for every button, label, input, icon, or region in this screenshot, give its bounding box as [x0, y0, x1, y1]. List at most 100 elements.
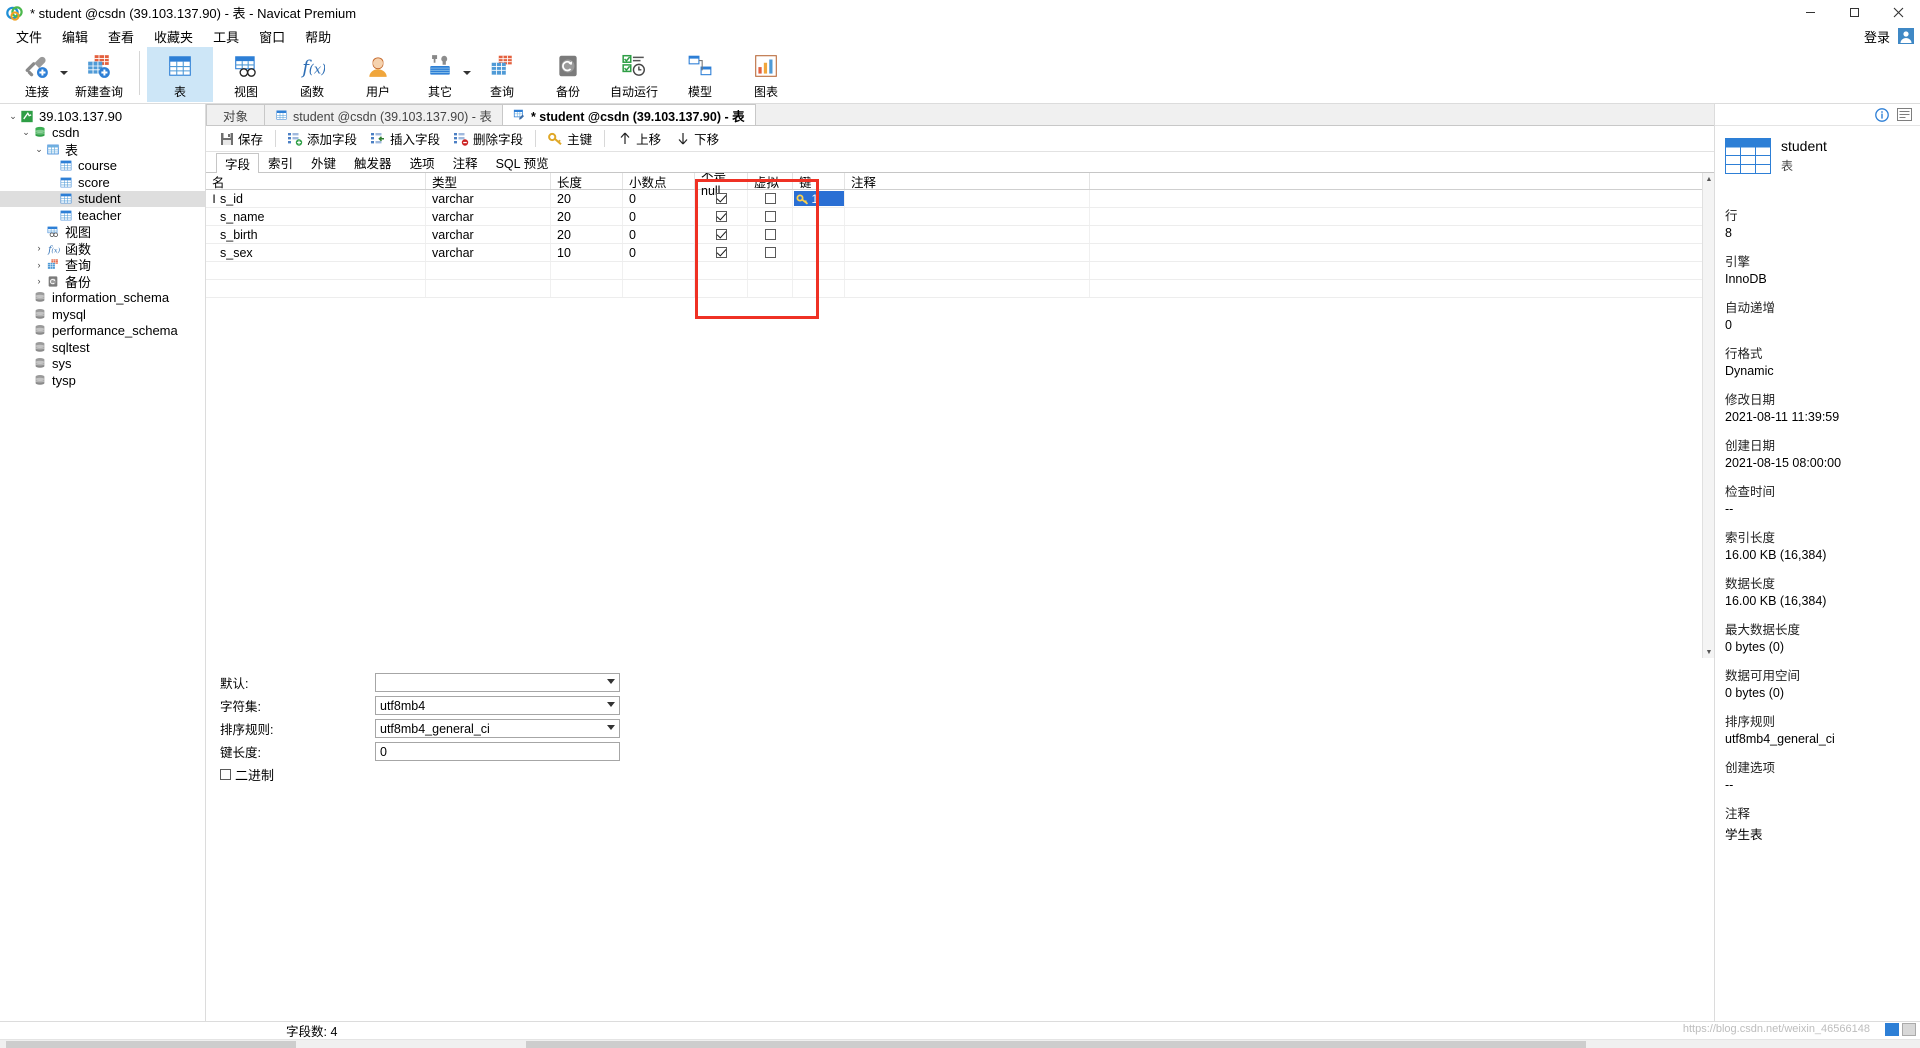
tree-node-performance_schema[interactable]: performance_schema — [0, 323, 205, 340]
field-length-cell[interactable]: 20 — [551, 226, 623, 243]
dll-preview-icon[interactable] — [1897, 107, 1912, 122]
grid-header-4[interactable]: 不是 null — [695, 173, 748, 189]
grid-header-5[interactable]: 虚拟 — [748, 173, 793, 189]
tree-node-查询[interactable]: › 查询 — [0, 257, 205, 274]
field-length-cell[interactable]: 10 — [551, 244, 623, 261]
twisty-icon[interactable]: ⌄ — [19, 127, 33, 138]
tree-node-tysp[interactable]: tysp — [0, 372, 205, 389]
tree-node-mysql[interactable]: mysql — [0, 306, 205, 323]
field-key-cell[interactable] — [793, 208, 845, 225]
subtab-字段[interactable]: 字段 — [216, 153, 259, 173]
grid-body[interactable]: I s_id varchar 20 0 1 s_name varchar 20 … — [206, 190, 1702, 298]
table-row[interactable]: I s_id varchar 20 0 1 — [206, 190, 1702, 208]
field-type-cell[interactable]: varchar — [426, 190, 551, 207]
virtual-checkbox[interactable] — [765, 193, 776, 204]
save-button[interactable]: 保存 — [212, 127, 270, 151]
menu-view[interactable]: 查看 — [98, 25, 144, 48]
primary-key-badge[interactable]: 1 — [794, 191, 844, 206]
toolbar-button-用户[interactable]: 用户 — [345, 47, 411, 102]
tree-node-39.103.137.90[interactable]: ⌄ 39.103.137.90 — [0, 108, 205, 125]
grid-header-0[interactable]: 名 — [206, 173, 426, 189]
notnull-checkbox[interactable] — [716, 211, 727, 222]
bottom-horizontal-scrollbars[interactable] — [0, 1039, 1920, 1048]
info-icon[interactable] — [1874, 107, 1889, 122]
insert-field-button[interactable]: 插入字段 — [364, 127, 447, 151]
field-type-cell[interactable]: varchar — [426, 244, 551, 261]
field-notnull-cell[interactable] — [695, 208, 748, 225]
field-key-cell[interactable] — [793, 244, 845, 261]
menu-window[interactable]: 窗口 — [249, 25, 295, 48]
toolbar-button-连接[interactable]: 连接 — [8, 47, 66, 102]
field-name-cell[interactable]: s_name — [206, 208, 426, 225]
table-row[interactable]: s_sex varchar 10 0 — [206, 244, 1702, 262]
field-type-cell[interactable]: varchar — [426, 208, 551, 225]
toolbar-button-查询[interactable]: 查询 — [469, 47, 535, 102]
subtab-注释[interactable]: 注释 — [444, 152, 487, 172]
field-virtual-cell[interactable] — [748, 226, 793, 243]
field-name-cell[interactable]: s_id — [206, 190, 426, 207]
key-length-input[interactable]: 0 — [375, 742, 620, 761]
notnull-checkbox[interactable] — [716, 247, 727, 258]
tree-node-student[interactable]: student — [0, 191, 205, 208]
field-notnull-cell[interactable] — [695, 190, 748, 207]
status-view-buttons[interactable] — [1885, 1023, 1916, 1036]
field-key-cell[interactable]: 1 — [793, 190, 845, 207]
tree-node-sqltest[interactable]: sqltest — [0, 339, 205, 356]
grid-header-3[interactable]: 小数点 — [623, 173, 695, 189]
toolbar-button-其它[interactable]: 其它 — [411, 47, 469, 102]
menu-favorites[interactable]: 收藏夹 — [144, 25, 203, 48]
table-row[interactable]: s_birth varchar 20 0 — [206, 226, 1702, 244]
toolbar-button-表[interactable]: 表 — [147, 47, 213, 102]
twisty-icon[interactable]: › — [32, 260, 46, 270]
collation-select[interactable]: utf8mb4_general_ci — [375, 719, 620, 738]
tree-node-表[interactable]: ⌄ 表 — [0, 141, 205, 158]
maximize-button[interactable] — [1832, 0, 1876, 25]
field-name-cell[interactable]: s_sex — [206, 244, 426, 261]
move-up-button[interactable]: 上移 — [610, 127, 668, 151]
move-down-button[interactable]: 下移 — [668, 127, 726, 151]
minimize-button[interactable] — [1788, 0, 1832, 25]
tree-node-备份[interactable]: › 备份 — [0, 273, 205, 290]
field-decimals-cell[interactable]: 0 — [623, 190, 695, 207]
binary-checkbox[interactable] — [220, 769, 231, 780]
field-length-cell[interactable]: 20 — [551, 208, 623, 225]
grid-view-icon[interactable] — [1885, 1023, 1899, 1036]
editor-tab-1[interactable]: student @csdn (39.103.137.90) - 表 — [264, 104, 503, 125]
tree-node-course[interactable]: course — [0, 158, 205, 175]
default-select[interactable] — [375, 673, 620, 692]
field-notnull-cell[interactable] — [695, 244, 748, 261]
editor-tab-2[interactable]: * student @csdn (39.103.137.90) - 表 — [502, 104, 756, 125]
grid-header-1[interactable]: 类型 — [426, 173, 551, 189]
field-virtual-cell[interactable] — [748, 208, 793, 225]
tree-node-information_schema[interactable]: information_schema — [0, 290, 205, 307]
notnull-checkbox[interactable] — [716, 229, 727, 240]
tree-node-视图[interactable]: 视图 — [0, 224, 205, 241]
field-type-cell[interactable]: varchar — [426, 226, 551, 243]
toolbar-button-模型[interactable]: 模型 — [667, 47, 733, 102]
twisty-icon[interactable]: ⌄ — [6, 111, 20, 122]
toolbar-button-视图[interactable]: 视图 — [213, 47, 279, 102]
menu-file[interactable]: 文件 — [6, 25, 52, 48]
add-field-button[interactable]: 添加字段 — [281, 127, 364, 151]
tree-node-teacher[interactable]: teacher — [0, 207, 205, 224]
tree-node-函数[interactable]: › f (x) 函数 — [0, 240, 205, 257]
scroll-down-arrow[interactable]: ▼ — [1703, 646, 1715, 658]
field-decimals-cell[interactable]: 0 — [623, 208, 695, 225]
close-button[interactable] — [1876, 0, 1920, 25]
subtab-SQL 预览[interactable]: SQL 预览 — [487, 152, 558, 172]
virtual-checkbox[interactable] — [765, 247, 776, 258]
field-length-cell[interactable]: 20 — [551, 190, 623, 207]
primary-key-button[interactable]: 主键 — [541, 127, 599, 151]
field-name-cell[interactable]: s_birth — [206, 226, 426, 243]
twisty-icon[interactable]: › — [32, 276, 46, 286]
twisty-icon[interactable]: ⌄ — [32, 144, 46, 155]
toolbar-button-备份[interactable]: 备份 — [535, 47, 601, 102]
menu-help[interactable]: 帮助 — [295, 25, 341, 48]
field-key-cell[interactable] — [793, 226, 845, 243]
virtual-checkbox[interactable] — [765, 229, 776, 240]
subtab-选项[interactable]: 选项 — [401, 152, 444, 172]
binary-row[interactable]: 二进制 — [220, 764, 1714, 784]
subtab-外键[interactable]: 外键 — [302, 152, 345, 172]
login-link[interactable]: 登录 — [1864, 27, 1890, 46]
menu-edit[interactable]: 编辑 — [52, 25, 98, 48]
